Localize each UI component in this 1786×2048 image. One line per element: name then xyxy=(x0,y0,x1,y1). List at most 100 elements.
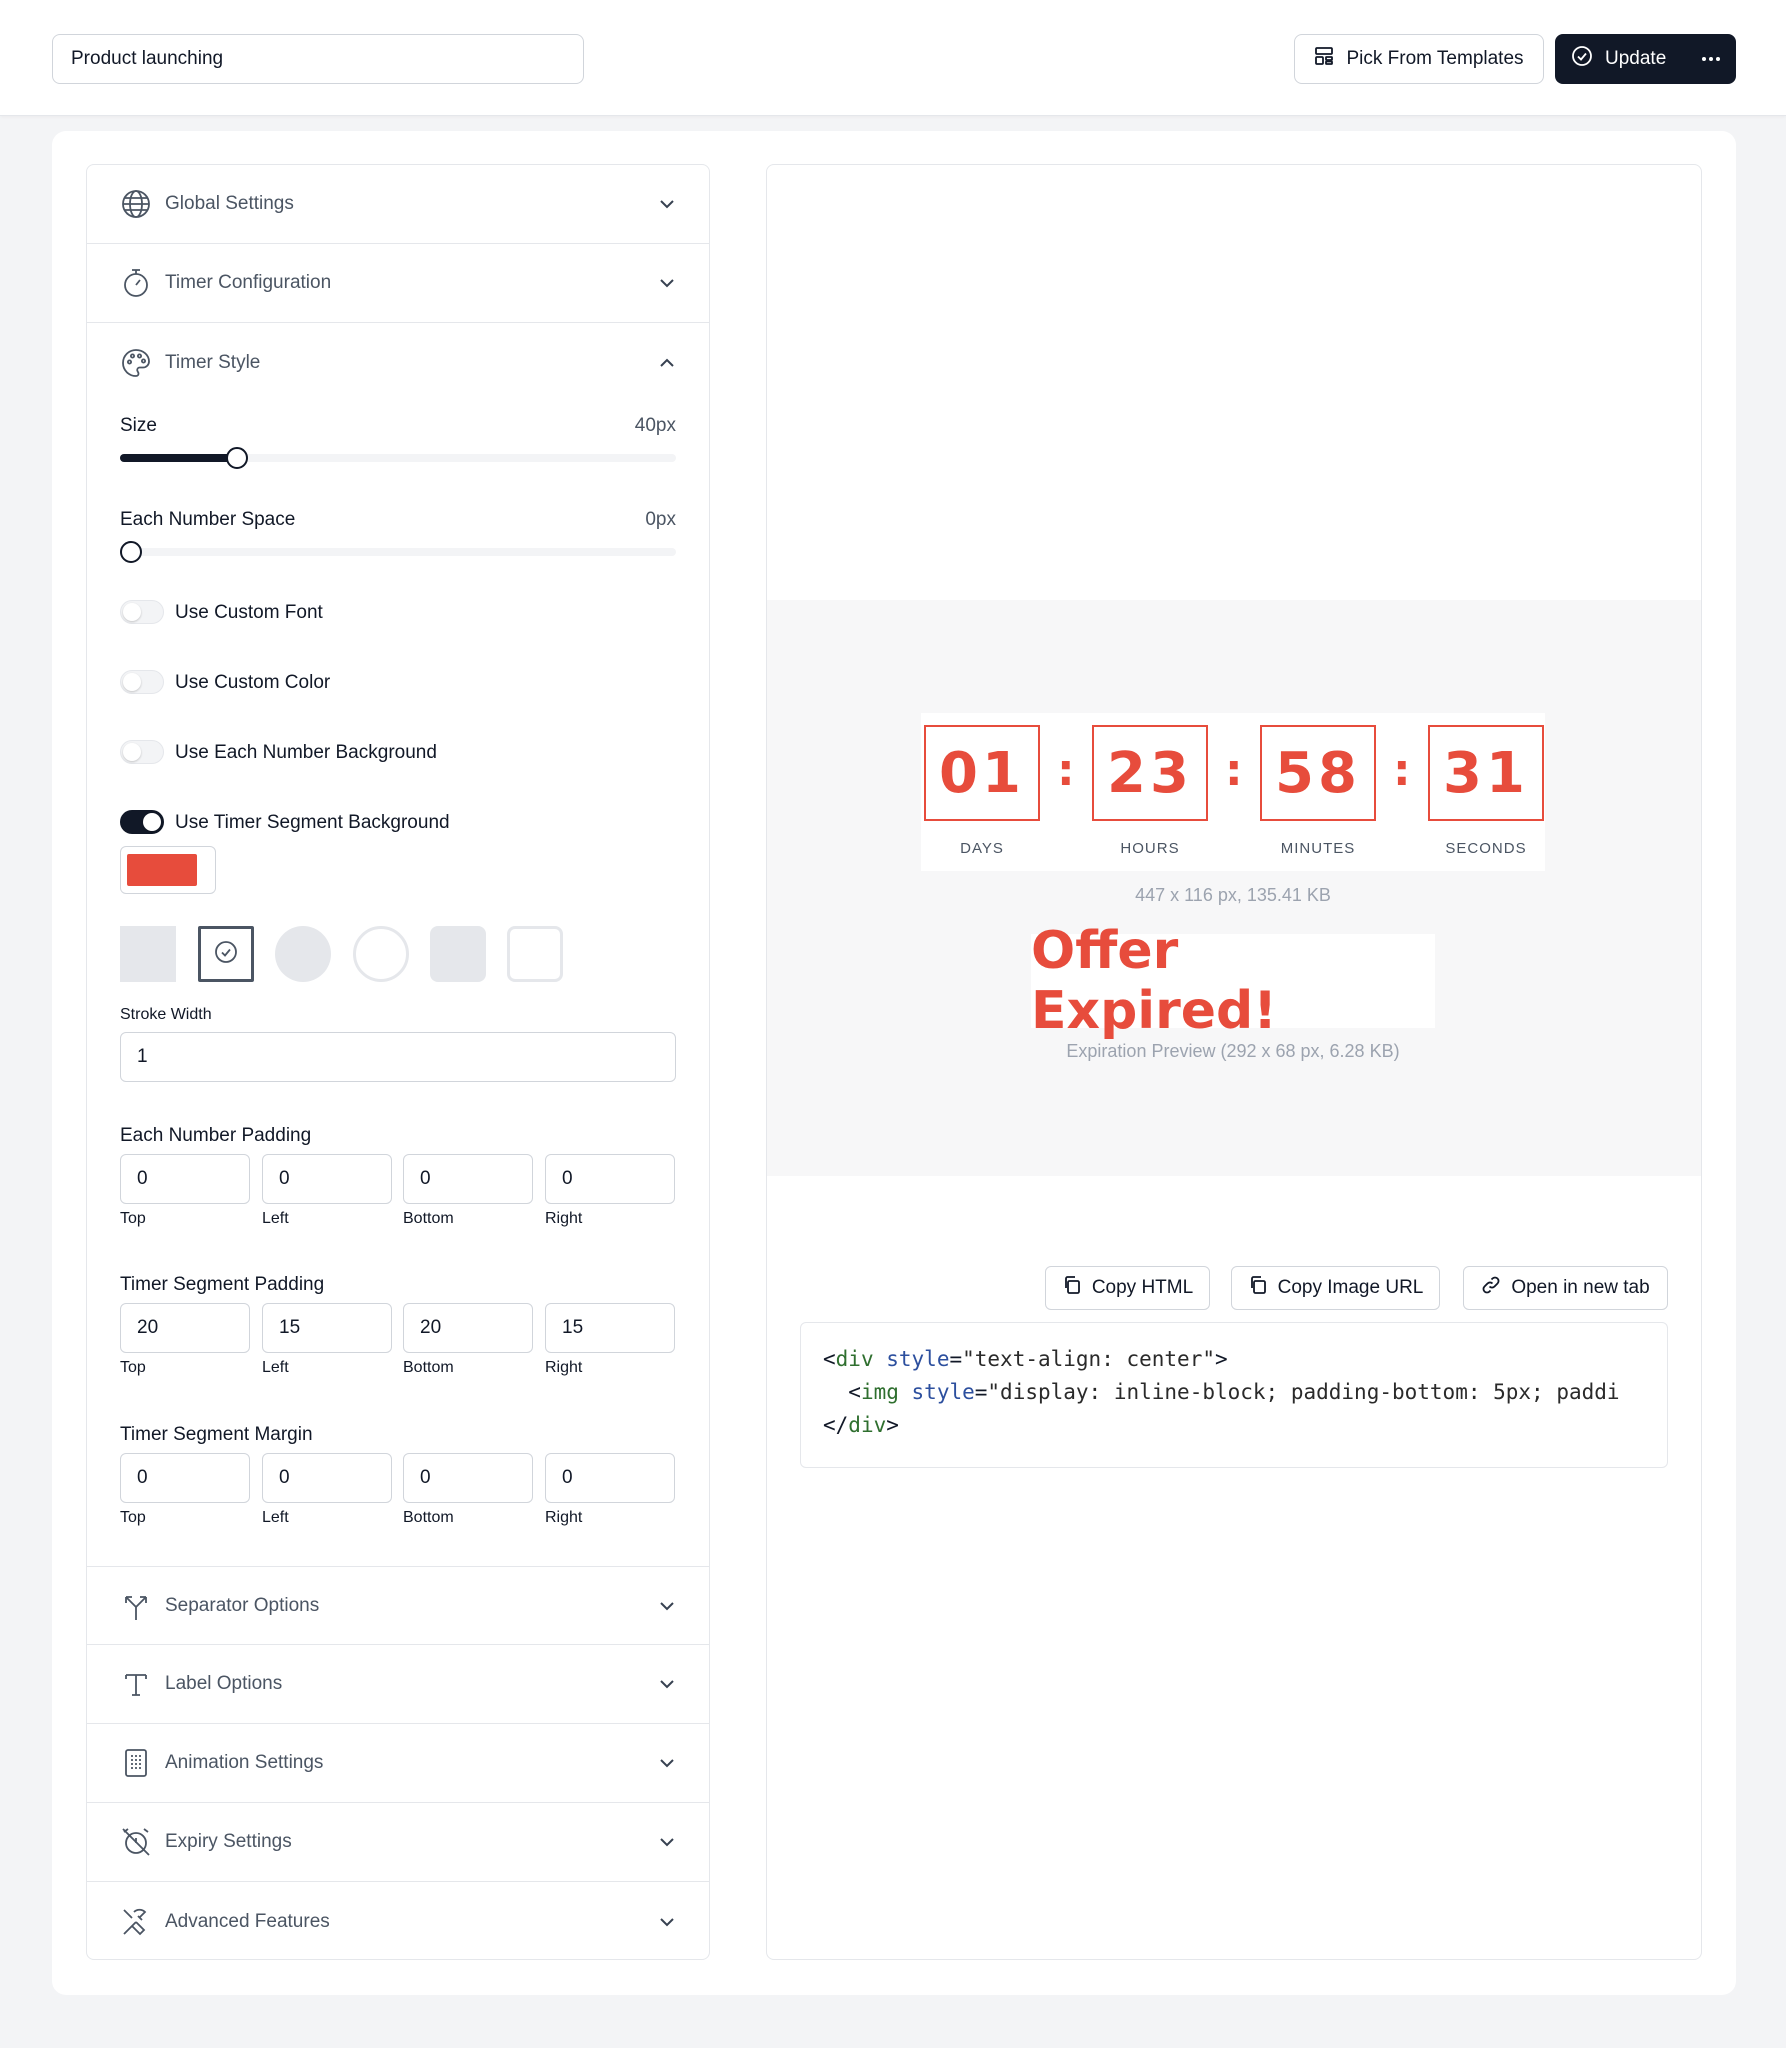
accordion-timer-configuration[interactable]: Timer Configuration xyxy=(87,244,709,323)
accordion-advanced-features[interactable]: Advanced Features xyxy=(87,1882,709,1961)
segment-margin-left-input[interactable]: 0 xyxy=(262,1453,392,1503)
accordion-separator-options[interactable]: Separator Options xyxy=(87,1566,709,1645)
chevron-up-icon xyxy=(657,353,677,373)
segment-margin-right-input[interactable]: 0 xyxy=(545,1453,675,1503)
size-slider-fill xyxy=(120,454,237,462)
code-line-1: <div style="text-align: center"> xyxy=(823,1347,1228,1371)
number-padding-right-label: Right xyxy=(545,1210,583,1227)
separator-colon: : xyxy=(1393,745,1411,796)
segment-margin-bottom-value: 0 xyxy=(420,1467,431,1488)
minutes-digits: 58 xyxy=(1275,740,1361,806)
update-button[interactable]: Update xyxy=(1555,34,1736,84)
open-in-new-tab-label: Open in new tab xyxy=(1511,1277,1650,1298)
pick-from-templates-label: Pick From Templates xyxy=(1346,48,1524,69)
segment-background-color-picker[interactable] xyxy=(120,846,216,894)
stroke-width-input[interactable]: 1 xyxy=(120,1032,676,1082)
code-value: "display: inline-block; padding-bottom: … xyxy=(987,1380,1620,1404)
number-space-slider-track[interactable] xyxy=(120,548,676,556)
segment-background-color-swatch xyxy=(127,854,197,886)
accordion-label-options[interactable]: Label Options xyxy=(87,1645,709,1724)
chevron-down-icon xyxy=(657,1912,677,1932)
number-padding-top-input[interactable]: 0 xyxy=(120,1154,250,1204)
segment-padding-bottom-input[interactable]: 20 xyxy=(403,1303,533,1353)
segment-margin-top-value: 0 xyxy=(137,1467,148,1488)
stroke-width-label: Stroke Width xyxy=(120,1006,212,1023)
top-bar: Product launching Pick From Templates Up… xyxy=(0,0,1786,116)
accordion-global-settings[interactable]: Global Settings xyxy=(87,165,709,244)
check-circle-icon xyxy=(1571,45,1593,73)
seconds-label: SECONDS xyxy=(1445,840,1527,857)
expiration-preview-meta: Expiration Preview (292 x 68 px, 6.28 KB… xyxy=(1066,1041,1400,1061)
copy-html-label: Copy HTML xyxy=(1091,1277,1194,1298)
custom-font-label: Use Custom Font xyxy=(175,602,323,623)
size-label: Size xyxy=(120,415,157,436)
timer-configuration-label: Timer Configuration xyxy=(165,272,332,293)
campaign-title-input[interactable]: Product launching xyxy=(52,34,584,84)
shape-square-outline-selected[interactable] xyxy=(198,926,254,982)
separator-colon: : xyxy=(1057,745,1075,796)
shape-circle-filled[interactable] xyxy=(275,926,331,982)
code-tag: div xyxy=(835,1347,874,1371)
segment-margin-bottom-input[interactable]: 0 xyxy=(403,1453,533,1503)
number-space-slider-handle[interactable] xyxy=(120,541,142,563)
shape-circle-outline[interactable] xyxy=(353,926,409,982)
number-padding-top-label: Top xyxy=(120,1210,146,1227)
seconds-segment: 31 xyxy=(1428,725,1544,821)
custom-font-toggle[interactable] xyxy=(120,600,164,624)
shape-rounded-filled[interactable] xyxy=(430,926,486,982)
chevron-down-icon xyxy=(657,1596,677,1616)
timer-image-meta: 447 x 116 px, 135.41 KB xyxy=(1135,885,1331,905)
timer-segment-background-toggle[interactable] xyxy=(120,810,164,834)
custom-color-label: Use Custom Color xyxy=(175,672,331,693)
pick-from-templates-button[interactable]: Pick From Templates xyxy=(1294,34,1544,84)
chevron-down-icon xyxy=(657,273,677,293)
segment-margin-title: Timer Segment Margin xyxy=(120,1424,313,1445)
alarm-off-icon xyxy=(119,1825,153,1859)
chevron-down-icon xyxy=(657,194,677,214)
days-label: DAYS xyxy=(960,840,1004,857)
segment-margin-top-input[interactable]: 0 xyxy=(120,1453,250,1503)
stroke-width-value: 1 xyxy=(137,1046,148,1067)
accordion-animation-settings[interactable]: Animation Settings xyxy=(87,1724,709,1803)
chevron-down-icon xyxy=(657,1753,677,1773)
number-padding-right-value: 0 xyxy=(562,1168,573,1189)
separator-colon: : xyxy=(1225,745,1243,796)
days-segment: 01 xyxy=(924,725,1040,821)
segment-padding-left-input[interactable]: 15 xyxy=(262,1303,392,1353)
copy-icon xyxy=(1248,1275,1268,1301)
accordion-expiry-settings[interactable]: Expiry Settings xyxy=(87,1803,709,1882)
segment-padding-top-label: Top xyxy=(120,1359,146,1376)
shape-square-filled[interactable] xyxy=(120,926,176,982)
shape-rounded-outline[interactable] xyxy=(507,926,563,982)
more-options-icon[interactable] xyxy=(1702,57,1720,61)
segment-padding-top-value: 20 xyxy=(137,1317,159,1338)
number-padding-bottom-input[interactable]: 0 xyxy=(403,1154,533,1204)
copy-image-url-button[interactable]: Copy Image URL xyxy=(1231,1266,1440,1310)
segment-margin-top-label: Top xyxy=(120,1509,146,1526)
expiration-preview-image: Offer Expired! xyxy=(1031,921,1435,1041)
segment-padding-right-value: 15 xyxy=(562,1317,584,1338)
grid-device-icon xyxy=(119,1746,153,1780)
days-digits: 01 xyxy=(939,740,1025,806)
segment-padding-right-input[interactable]: 15 xyxy=(545,1303,675,1353)
embed-code-block[interactable]: <div style="text-align: center"> <img st… xyxy=(800,1322,1668,1468)
open-in-new-tab-button[interactable]: Open in new tab xyxy=(1463,1266,1668,1310)
number-space-value: 0px xyxy=(645,509,676,530)
size-value: 40px xyxy=(634,415,676,436)
timer-segment-background-label: Use Timer Segment Background xyxy=(175,812,450,833)
segment-padding-top-input[interactable]: 20 xyxy=(120,1303,250,1353)
each-number-background-toggle[interactable] xyxy=(120,740,164,764)
segment-margin-right-value: 0 xyxy=(562,1467,573,1488)
size-slider-handle[interactable] xyxy=(225,447,248,469)
number-padding-left-input[interactable]: 0 xyxy=(262,1154,392,1204)
segment-padding-left-value: 15 xyxy=(279,1317,301,1338)
accordion-timer-style[interactable]: Timer Style xyxy=(87,323,709,402)
number-padding-right-input[interactable]: 0 xyxy=(545,1154,675,1204)
timer-style-label: Timer Style xyxy=(165,351,261,373)
copy-html-button[interactable]: Copy HTML xyxy=(1045,1266,1210,1310)
chevron-down-icon xyxy=(657,1832,677,1852)
globe-icon xyxy=(119,187,153,221)
custom-color-toggle[interactable] xyxy=(120,670,164,694)
label-options-label: Label Options xyxy=(165,1673,283,1694)
segment-padding-right-label: Right xyxy=(545,1359,583,1376)
